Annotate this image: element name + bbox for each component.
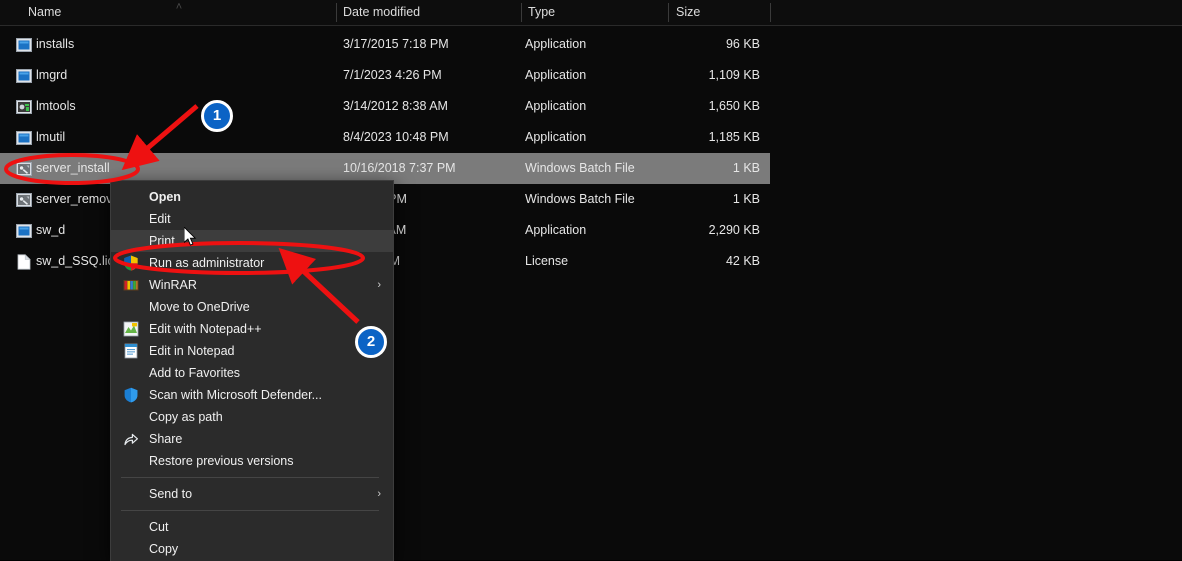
file-size-cell: 96 KB: [725, 37, 760, 51]
table-row[interactable]: lmgrd 7/1/2023 4:26 PM Application 1,109 KB: [0, 60, 770, 91]
application-icon: [16, 68, 32, 84]
mouse-cursor: [184, 227, 197, 246]
menu-item-cut[interactable]: Cut: [111, 516, 393, 538]
sort-ascending-icon: ˄: [175, 1, 183, 13]
menu-item-label: Add to Favorites: [149, 366, 241, 380]
table-row[interactable]: lmutil 8/4/2023 10:48 PM Application 1,185 …: [0, 122, 770, 153]
menu-item-restore-previous-versions[interactable]: Restore previous versions: [111, 450, 393, 472]
file-explorer-window: Name Date modified Type Size ˄ installs 3…: [0, 0, 1182, 561]
column-header-type[interactable]: Type: [528, 0, 555, 25]
file-size-cell: 1,650 KB: [708, 99, 760, 113]
column-divider[interactable]: [770, 3, 771, 22]
step-badge-1: 1: [201, 100, 233, 132]
file-date-cell: 7/1/2023 4:26 PM: [343, 68, 442, 82]
table-row[interactable]: lmtools 3/14/2012 8:38 AM Application 1,650…: [0, 91, 770, 122]
menu-item-label: Edit with Notepad++: [149, 322, 262, 336]
menu-item-label: Share: [149, 432, 183, 446]
file-size-cell: 1,109 KB: [708, 68, 760, 82]
file-type-cell: Windows Batch File: [525, 161, 635, 175]
file-size-cell: 42 KB: [725, 254, 760, 268]
file-name-cell: lmgrd: [36, 68, 68, 82]
file-type-cell: Application: [525, 68, 587, 82]
file-name-cell: installs: [36, 37, 75, 51]
menu-item-label: Copy: [149, 542, 179, 556]
column-divider[interactable]: [668, 3, 669, 22]
context-menu[interactable]: Open Edit Print Run as administrator WinRAR ›…: [110, 180, 394, 561]
file-type-cell: Application: [525, 223, 587, 237]
menu-item-label: Copy as path: [149, 410, 223, 424]
menu-separator: [121, 510, 379, 511]
file-type-cell: Application: [525, 37, 587, 51]
menu-item-move-to-onedrive[interactable]: Move to OneDrive: [111, 296, 393, 318]
share-icon: [123, 431, 139, 447]
menu-item-copy-as-path[interactable]: Copy as path: [111, 406, 393, 428]
column-header-bar: Name Date modified Type Size ˄: [0, 0, 1182, 26]
menu-item-edit-with-notepad[interactable]: Edit with Notepad++: [111, 318, 393, 340]
menu-item-label: Scan with Microsoft Defender...: [149, 388, 322, 402]
menu-item-run-as-administrator[interactable]: Run as administrator: [111, 252, 393, 274]
generic-file-icon: [16, 254, 32, 270]
menu-item-label: Edit in Notepad: [149, 344, 235, 358]
batch-file-icon: [16, 161, 32, 177]
step-badge-2: 2: [355, 326, 387, 358]
tools-app-icon: [16, 99, 32, 115]
menu-item-open[interactable]: Open: [111, 186, 393, 208]
file-date-cell: 3/14/2012 8:38 AM: [343, 99, 448, 113]
application-icon: [16, 37, 32, 53]
chevron-right-icon: ›: [377, 279, 381, 291]
batch-file-icon: [16, 192, 32, 208]
menu-item-label: Open: [149, 190, 181, 204]
column-divider[interactable]: [336, 3, 337, 22]
menu-item-label: Send to: [149, 487, 193, 501]
menu-item-winrar[interactable]: WinRAR ›: [111, 274, 393, 296]
file-size-cell: 1 KB: [732, 161, 760, 175]
chevron-right-icon: ›: [377, 488, 381, 500]
notepadpp-icon: [123, 321, 139, 337]
file-size-cell: 2,290 KB: [708, 223, 760, 237]
menu-item-add-to-favorites[interactable]: Add to Favorites: [111, 362, 393, 384]
column-header-name[interactable]: Name: [28, 0, 61, 25]
file-type-cell: Application: [525, 130, 587, 144]
file-size-cell: 1 KB: [732, 192, 760, 206]
file-size-cell: 1,185 KB: [708, 130, 760, 144]
column-header-date-modified[interactable]: Date modified: [343, 0, 420, 25]
menu-item-edit[interactable]: Edit: [111, 208, 393, 230]
winrar-icon: [123, 277, 139, 293]
file-type-cell: License: [525, 254, 569, 268]
menu-item-label: Cut: [149, 520, 169, 534]
file-name-cell: lmtools: [36, 99, 76, 113]
menu-separator: [121, 477, 379, 478]
menu-item-send-to[interactable]: Send to ›: [111, 483, 393, 505]
menu-item-print[interactable]: Print: [111, 230, 393, 252]
file-date-cell: 3/17/2015 7:18 PM: [343, 37, 449, 51]
menu-item-label: Edit: [149, 212, 171, 226]
menu-item-edit-in-notepad[interactable]: Edit in Notepad: [111, 340, 393, 362]
file-date-cell: 8/4/2023 10:48 PM: [343, 130, 449, 144]
uac-shield-icon: [123, 255, 139, 271]
menu-item-scan-with-microsoft-defender[interactable]: Scan with Microsoft Defender...: [111, 384, 393, 406]
menu-item-label: Print: [149, 234, 175, 248]
defender-shield-icon: [123, 387, 139, 403]
menu-item-label: Move to OneDrive: [149, 300, 250, 314]
notepad-icon: [123, 343, 139, 359]
table-row[interactable]: installs 3/17/2015 7:18 PM Application 96 K…: [0, 29, 770, 60]
application-icon: [16, 130, 32, 146]
menu-item-label: Run as administrator: [149, 256, 265, 270]
column-header-size[interactable]: Size: [676, 0, 700, 25]
menu-item-copy[interactable]: Copy: [111, 538, 393, 560]
menu-item-share[interactable]: Share: [111, 428, 393, 450]
application-icon: [16, 223, 32, 239]
menu-item-label: Restore previous versions: [149, 454, 294, 468]
file-type-cell: Application: [525, 99, 587, 113]
menu-item-label: WinRAR: [149, 278, 197, 292]
file-name-cell: lmutil: [36, 130, 66, 144]
column-divider[interactable]: [521, 3, 522, 22]
file-type-cell: Windows Batch File: [525, 192, 635, 206]
